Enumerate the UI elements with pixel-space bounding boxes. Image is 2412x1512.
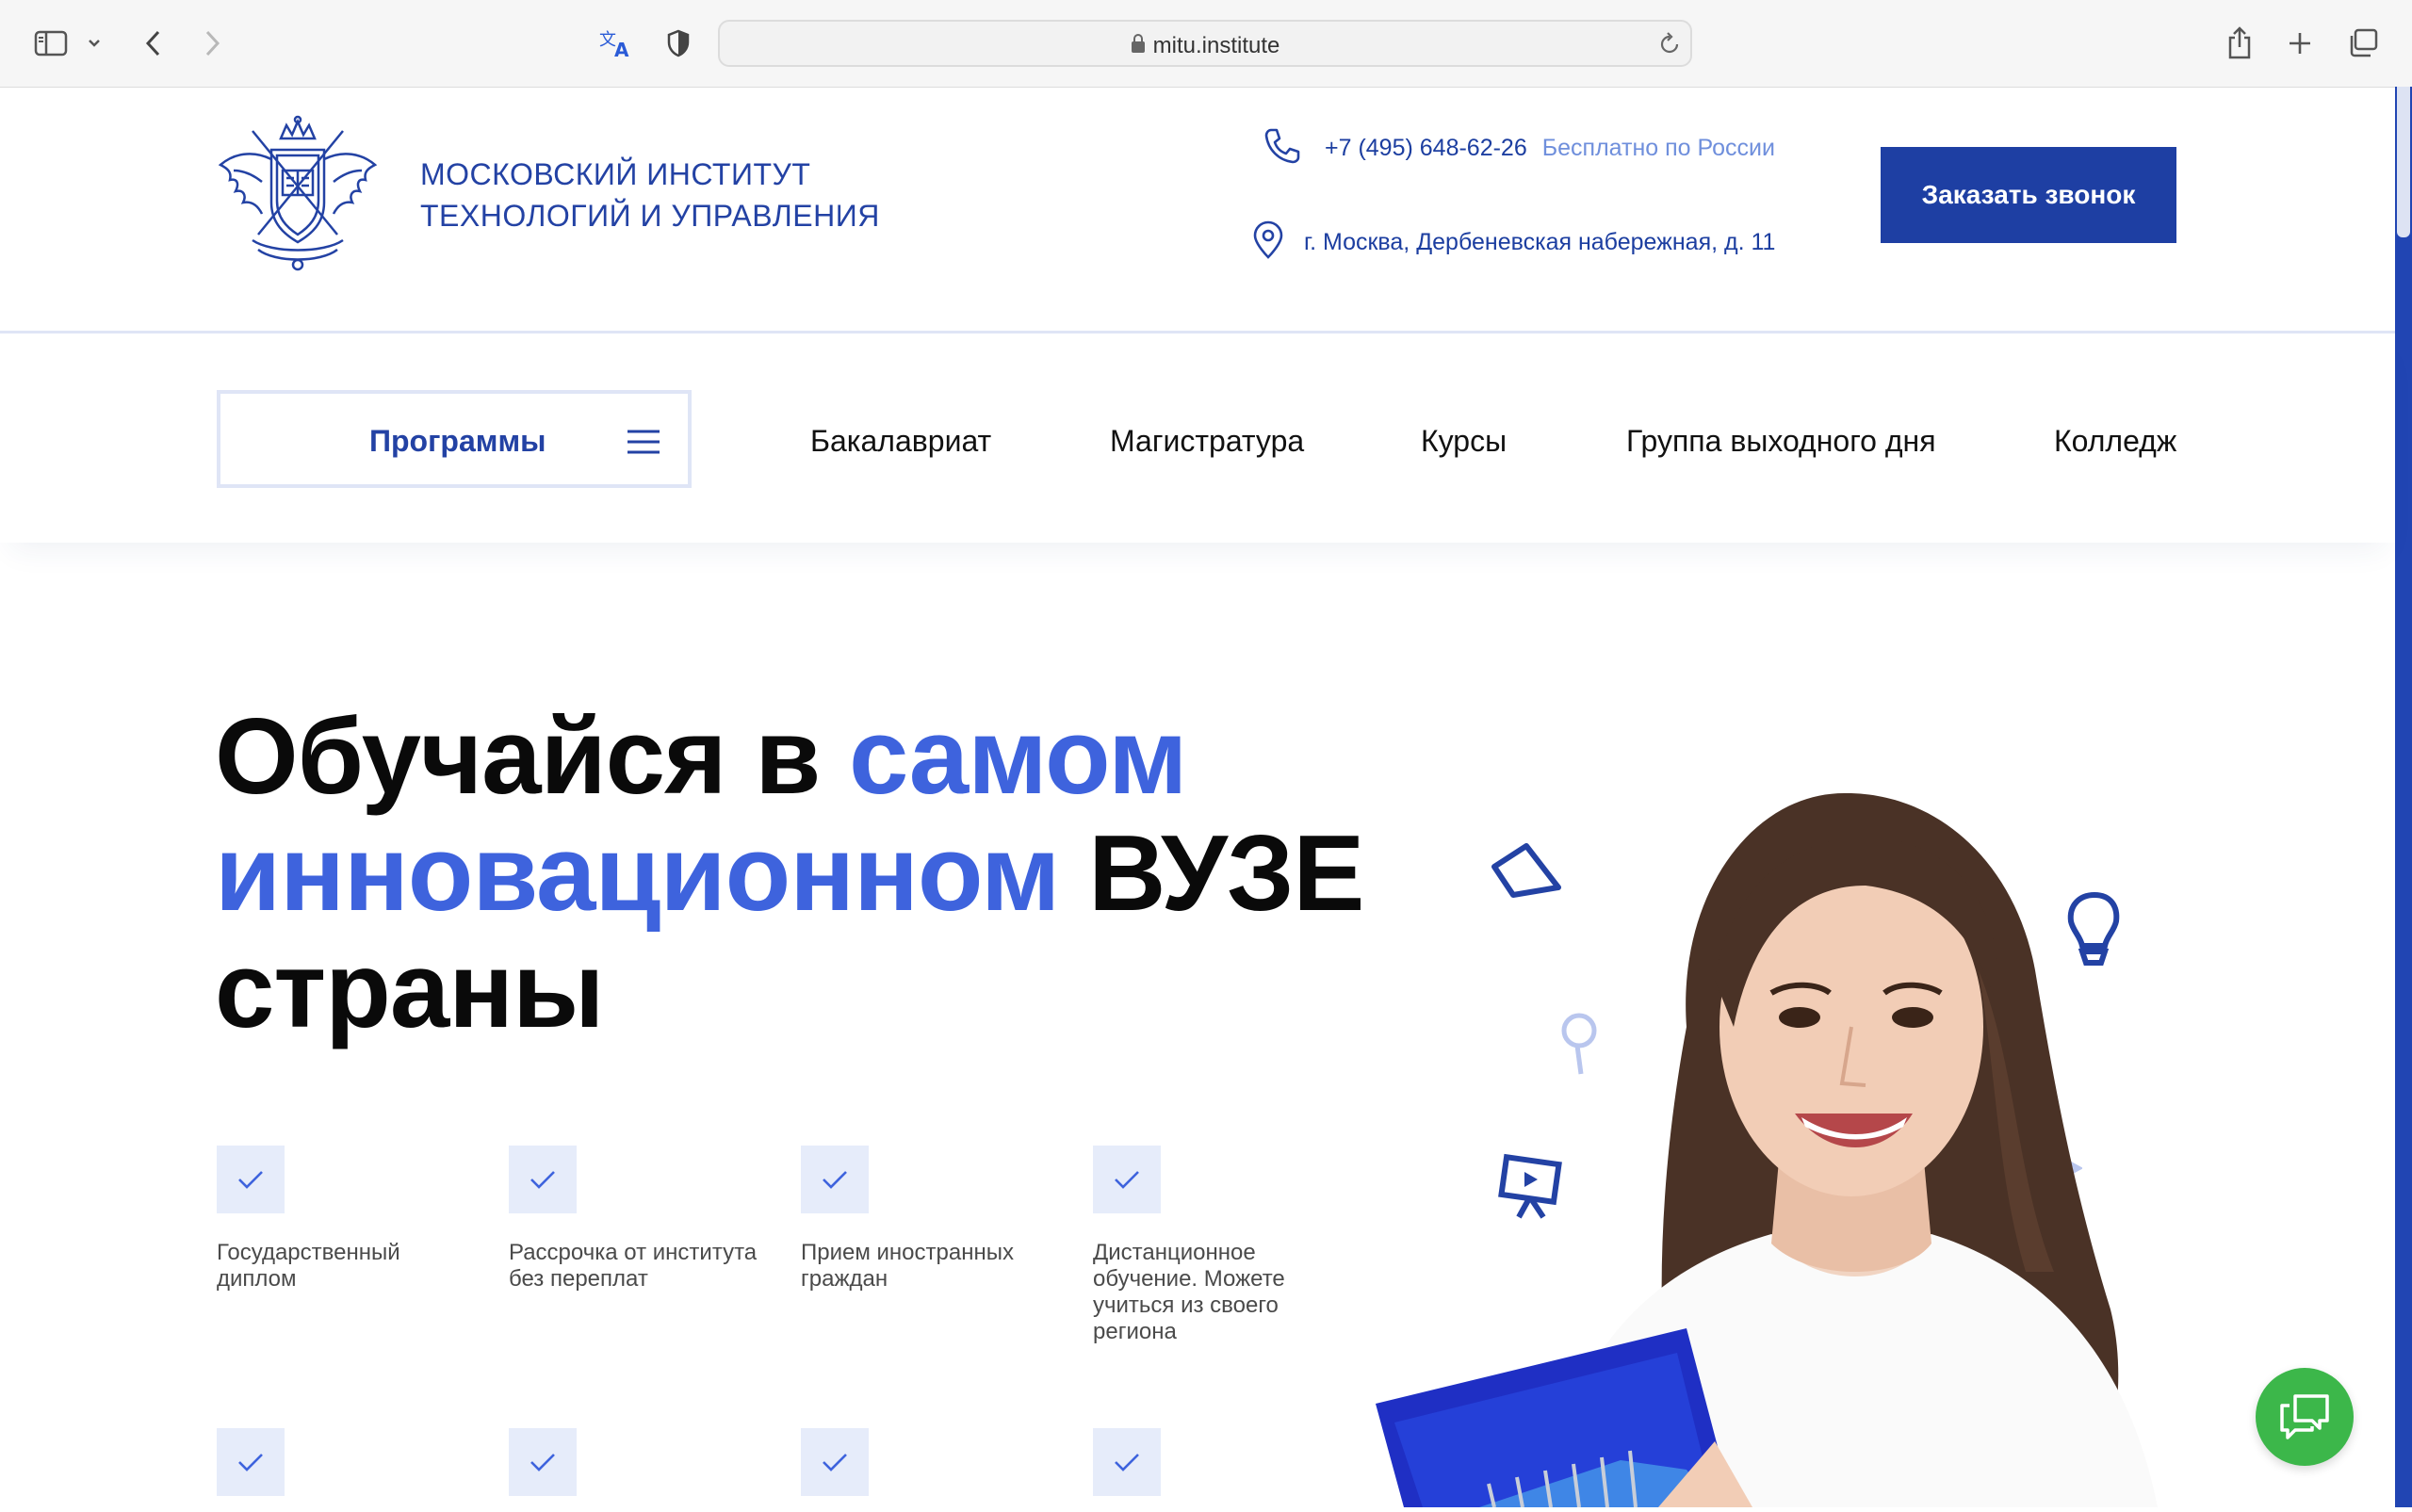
- location-pin-icon: [1251, 220, 1285, 265]
- sidebar-icon[interactable]: [32, 21, 70, 66]
- main-navigation: Программы Бакалавриат Магистратура Курсы…: [0, 333, 2395, 543]
- nav-item-courses[interactable]: Курсы: [1421, 424, 1507, 459]
- hero-title-part1: Обучайся в: [215, 697, 849, 817]
- new-tab-icon[interactable]: [2284, 21, 2316, 66]
- site-header: МОСКОВСКИЙ ИНСТИТУТ ТЕХНОЛОГИЙ И УПРАВЛЕ…: [0, 88, 2395, 333]
- feature-item: [801, 1428, 1065, 1496]
- phone-note: Бесплатно по России: [1541, 134, 1775, 161]
- phone-icon: [1263, 126, 1302, 171]
- checkmark-icon: [509, 1428, 577, 1496]
- scrollbar-thumb[interactable]: [2397, 87, 2410, 237]
- request-call-button[interactable]: Заказать звонок: [1881, 147, 2176, 243]
- chat-widget-button[interactable]: [2256, 1368, 2354, 1466]
- checkmark-icon: [1093, 1146, 1161, 1213]
- nav-item-weekend-group[interactable]: Группа выходного дня: [1626, 424, 1936, 459]
- phone-number-link[interactable]: +7 (495) 648-62-26: [1325, 135, 1527, 162]
- nav-item-master[interactable]: Магистратура: [1110, 424, 1304, 459]
- reload-icon[interactable]: [1658, 32, 1681, 61]
- nav-item-college[interactable]: Колледж: [2054, 424, 2176, 459]
- browser-toolbar: 文A mitu.institute: [0, 0, 2412, 88]
- institute-name[interactable]: МОСКОВСКИЙ ИНСТИТУТ ТЕХНОЛОГИЙ И УПРАВЛЕ…: [420, 154, 880, 236]
- checkmark-icon: [217, 1428, 285, 1496]
- checkmark-icon: [217, 1146, 285, 1213]
- checkmark-icon: [1093, 1428, 1161, 1496]
- privacy-shield-icon[interactable]: [663, 21, 693, 66]
- feature-text: Государственный диплом: [217, 1240, 400, 1292]
- feature-item: [217, 1428, 481, 1496]
- feature-item: [1093, 1428, 1357, 1496]
- tabs-overview-icon[interactable]: [2346, 21, 2380, 66]
- institute-name-line1: МОСКОВСКИЙ ИНСТИТУТ: [420, 157, 811, 191]
- checkmark-icon: [509, 1146, 577, 1213]
- hero-title: Обучайся в самом инновационном ВУЗЕ стра…: [215, 699, 1440, 1049]
- feature-text: Прием иностранных граждан: [801, 1240, 1014, 1292]
- feature-item: Государственный диплом: [217, 1146, 481, 1293]
- page-scrollbar[interactable]: [2395, 87, 2412, 1507]
- address-text: г. Москва, Дербеневская набережная, д. 1…: [1304, 228, 1776, 255]
- feature-text: Рассрочка от института без переплат: [509, 1240, 758, 1292]
- checkmark-icon: [801, 1428, 869, 1496]
- feature-item: Дистанционное обучение. Можете учиться и…: [1093, 1146, 1357, 1345]
- translate-icon[interactable]: 文A: [597, 21, 635, 66]
- back-icon[interactable]: [139, 21, 168, 66]
- url-text: mitu.institute: [1152, 33, 1280, 58]
- nav-item-bachelor[interactable]: Бакалавриат: [810, 424, 991, 459]
- address-bar[interactable]: mitu.institute: [718, 20, 1692, 67]
- forward-icon[interactable]: [198, 21, 226, 66]
- phone-block: +7 (495) 648-62-26 Бесплатно по России: [1263, 127, 1775, 169]
- chat-bubbles-icon: [2276, 1389, 2333, 1446]
- feature-item: [509, 1428, 773, 1496]
- svg-text:A: A: [614, 39, 629, 58]
- share-icon[interactable]: [2224, 21, 2256, 66]
- programs-menu-button[interactable]: Программы: [217, 390, 692, 488]
- address-block: г. Москва, Дербеневская набережная, д. 1…: [1251, 220, 1776, 265]
- hamburger-menu-icon: [626, 428, 661, 461]
- feature-item: Прием иностранных граждан: [801, 1146, 1065, 1293]
- hero-student-photo: [1376, 782, 2318, 1508]
- institute-name-line2: ТЕХНОЛОГИЙ И УПРАВЛЕНИЯ: [420, 199, 880, 233]
- feature-item: Рассрочка от института без переплат: [509, 1146, 773, 1293]
- chevron-down-icon[interactable]: [85, 21, 104, 66]
- checkmark-icon: [801, 1146, 869, 1213]
- institute-logo[interactable]: [215, 112, 381, 272]
- feature-text: Дистанционное обучение. Можете учиться и…: [1093, 1240, 1285, 1344]
- programs-label: Программы: [369, 424, 546, 458]
